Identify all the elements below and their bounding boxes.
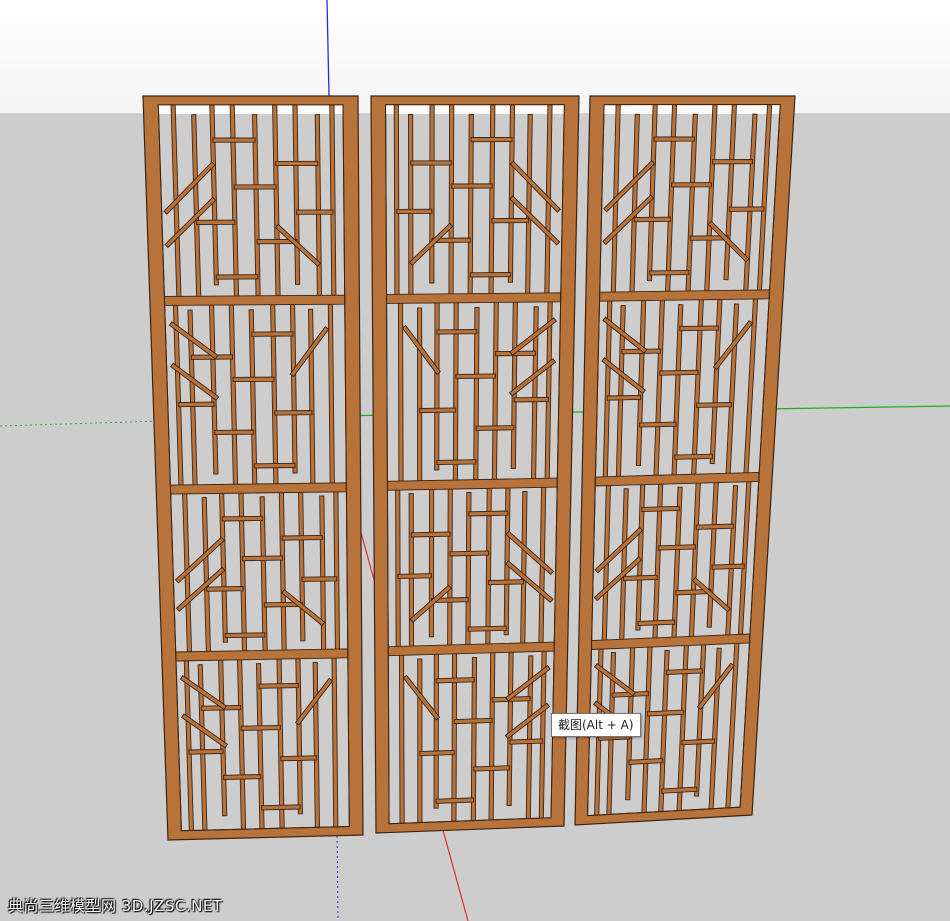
lattice-rung — [196, 219, 236, 225]
lattice-rung — [712, 159, 753, 165]
lattice-rung — [657, 544, 696, 551]
lattice-rung — [215, 274, 259, 280]
lattice-rung — [653, 136, 695, 142]
lattice-stile — [447, 484, 453, 650]
sky-through-opening — [385, 104, 565, 114]
lattice-rung — [641, 505, 680, 513]
screen-panel-2[interactable] — [370, 95, 580, 834]
lattice-rung — [301, 576, 338, 582]
lattice-rung — [470, 136, 513, 143]
lattice-rung — [206, 586, 244, 592]
lattice-rung — [397, 573, 432, 580]
sky-through-opening — [158, 104, 344, 114]
lattice-rung — [188, 748, 224, 755]
lattice-rung — [728, 206, 765, 212]
lattice-stile — [429, 104, 435, 284]
lattice-stile — [448, 104, 455, 299]
screen-panel-1[interactable] — [142, 95, 364, 841]
lattice-stile — [417, 307, 423, 486]
screen-panels[interactable] — [142, 95, 796, 841]
lattice-stile — [434, 297, 440, 471]
lattice-rung — [633, 216, 671, 223]
3d-scene[interactable] — [0, 0, 950, 921]
lattice-stile — [417, 658, 423, 823]
lattice-stile — [393, 104, 400, 300]
lattice-stile — [395, 485, 401, 652]
lattice-rung — [469, 272, 511, 278]
lattice-stile — [451, 648, 458, 822]
lattice-rung — [258, 682, 299, 689]
lattice-rung — [450, 183, 493, 189]
lattice-rung — [473, 765, 511, 772]
lattice-rung — [224, 632, 266, 639]
lattice-rung — [487, 579, 525, 586]
lattice-rung — [410, 160, 452, 166]
lattice-rung — [232, 376, 275, 383]
panel-rail — [164, 294, 346, 306]
panel-rail — [170, 482, 347, 495]
lattice-rung — [659, 369, 699, 376]
lattice-rung — [253, 462, 296, 469]
lattice-rung — [281, 534, 323, 541]
watermark: 典尚三维模型网 3D.JZSC.NET — [8, 897, 223, 915]
lattice-rung — [513, 396, 549, 403]
lattice-rung — [261, 804, 301, 811]
lattice-rung — [178, 401, 215, 408]
lattice-rung — [491, 217, 530, 224]
lattice-rung — [674, 453, 714, 460]
lattice-rung — [274, 410, 313, 416]
sky-through-opening — [603, 104, 781, 114]
lattice-rung — [241, 555, 283, 562]
screenshot-tooltip: 截图(Alt + A) — [551, 713, 641, 737]
lattice-stile — [485, 483, 492, 649]
lattice-rung — [419, 407, 457, 414]
lattice-rung — [275, 160, 319, 167]
lattice-rung — [455, 373, 496, 380]
lattice-rung — [214, 429, 255, 436]
lattice-rung — [280, 755, 317, 762]
lattice-rung — [449, 550, 490, 557]
lattice-rung — [467, 625, 507, 632]
lattice-rung — [410, 531, 451, 538]
lattice-rung — [296, 209, 334, 215]
lattice-rung — [436, 459, 477, 466]
lattice-rung — [649, 269, 690, 276]
lattice-rung — [468, 510, 509, 517]
lattice-stile — [408, 493, 415, 651]
lattice-rung — [639, 421, 677, 428]
lattice-stile — [397, 298, 404, 487]
lattice-rung — [679, 325, 720, 332]
lattice-rung — [637, 619, 676, 627]
lattice-rung — [240, 724, 281, 731]
lattice-stile — [433, 649, 439, 809]
lattice-rung — [671, 182, 712, 188]
lattice-rung — [453, 717, 493, 725]
lattice-rung — [475, 425, 515, 431]
sketchup-viewport[interactable]: 截图(Alt + A) 典尚三维模型网 3D.JZSC.NET — [0, 0, 950, 921]
lattice-rung — [436, 329, 478, 335]
lattice-rung — [419, 749, 455, 757]
lattice-rung — [606, 394, 642, 401]
lattice-rung — [251, 331, 294, 337]
lattice-rung — [711, 563, 745, 570]
lattice-rung — [435, 797, 474, 804]
lattice-rung — [223, 774, 262, 780]
panel-rail — [386, 292, 562, 304]
lattice-stile — [408, 114, 414, 300]
lattice-rung — [212, 137, 256, 143]
lattice-rung — [696, 402, 733, 408]
lattice-rung — [509, 738, 544, 745]
panel-rail — [599, 289, 770, 302]
lattice-rung — [623, 574, 658, 582]
lattice-stile — [452, 297, 459, 486]
lattice-stile — [398, 650, 405, 824]
lattice-stile — [428, 484, 435, 638]
lattice-rung — [221, 515, 264, 522]
lattice-rung — [233, 184, 277, 190]
lattice-rung — [695, 523, 735, 530]
lattice-rung — [435, 677, 475, 684]
lattice-rung — [396, 208, 433, 215]
